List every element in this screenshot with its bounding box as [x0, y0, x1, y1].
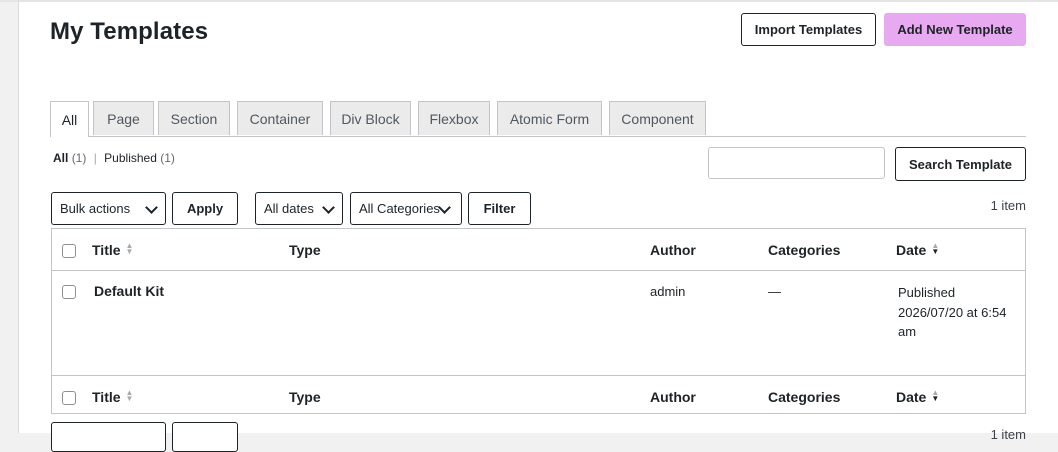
apply-button[interactable]: Apply: [172, 192, 238, 225]
dates-filter-select[interactable]: All dates: [255, 192, 343, 225]
view-published-count: (1): [160, 151, 175, 165]
page-title: My Templates: [50, 18, 209, 45]
column-categories-footer: Categories: [768, 389, 841, 405]
bulk-actions-select[interactable]: Bulk actions: [51, 192, 166, 225]
bulk-actions-value: Bulk actions: [60, 201, 131, 216]
import-templates-button[interactable]: Import Templates: [741, 13, 876, 46]
apply-button-bottom[interactable]: [172, 422, 238, 452]
sort-desc-icon: ▲ ▼: [931, 388, 940, 403]
view-all-count: (1): [71, 151, 87, 165]
categories-filter-value: All Categories: [359, 201, 440, 216]
column-date-footer[interactable]: Date ▲ ▼: [896, 388, 940, 406]
template-title-link[interactable]: Default Kit: [94, 283, 164, 299]
tab-atomic-form[interactable]: Atomic Form: [497, 101, 602, 135]
table-footer: Title ▲ ▼ Type Author Categories Date ▲ ▼: [52, 375, 1025, 417]
tab-all[interactable]: All: [50, 101, 89, 137]
row-checkbox[interactable]: [62, 285, 76, 299]
tab-container[interactable]: Container: [237, 101, 323, 135]
row-date: Published 2026/07/20 at 6:54 am: [898, 283, 1020, 342]
tab-component[interactable]: Component: [609, 101, 706, 135]
table-row: Default Kit admin — Published 2026/07/20…: [52, 271, 1025, 375]
template-type-tabs: All Page Section Container Div Block Fle…: [50, 101, 1026, 137]
row-date-status: Published: [898, 285, 956, 300]
column-title-footer[interactable]: Title ▲ ▼: [92, 388, 134, 406]
column-date[interactable]: Date ▲ ▼: [896, 241, 940, 259]
column-title-label: Title: [92, 242, 121, 258]
view-published-link[interactable]: Published: [104, 151, 157, 165]
table-header: Title ▲ ▼ Type Author Categories Date ▲ ▼: [52, 229, 1025, 271]
bulk-actions-select-bottom[interactable]: [51, 422, 166, 452]
templates-table: Title ▲ ▼ Type Author Categories Date ▲ ▼ De…: [51, 228, 1026, 414]
view-all-link[interactable]: All: [53, 151, 68, 165]
chevron-down-icon: [322, 201, 335, 214]
search-input[interactable]: [708, 147, 885, 179]
sort-icon: ▲ ▼: [125, 241, 134, 256]
column-title[interactable]: Title ▲ ▼: [92, 241, 134, 259]
column-title-label: Title: [92, 389, 121, 405]
row-date-value: 2026/07/20 at 6:54 am: [898, 304, 1007, 340]
add-new-template-button[interactable]: Add New Template: [884, 13, 1026, 46]
column-type-footer: Type: [289, 389, 321, 405]
categories-filter-select[interactable]: All Categories: [350, 192, 462, 225]
tab-div-block[interactable]: Div Block: [330, 101, 411, 135]
sort-icon: ▲ ▼: [125, 388, 134, 403]
column-author: Author: [650, 242, 696, 258]
column-date-label: Date: [896, 242, 927, 258]
row-author: admin: [650, 284, 686, 299]
tab-section[interactable]: Section: [158, 101, 230, 135]
tab-page[interactable]: Page: [93, 101, 154, 135]
column-author-footer: Author: [650, 389, 696, 405]
column-date-label: Date: [896, 389, 927, 405]
item-count: 1 item: [990, 198, 1026, 213]
sort-desc-icon: ▲ ▼: [931, 241, 940, 256]
filter-button[interactable]: Filter: [468, 192, 531, 225]
chevron-down-icon: [438, 201, 451, 214]
view-separator: |: [93, 151, 97, 165]
dates-filter-value: All dates: [264, 201, 314, 216]
select-all-checkbox[interactable]: [62, 244, 76, 258]
chevron-down-icon: [145, 201, 158, 214]
search-template-button[interactable]: Search Template: [895, 147, 1026, 181]
row-categories: —: [768, 284, 781, 299]
column-categories: Categories: [768, 242, 841, 258]
main-content: My Templates Import Templates Add New Te…: [19, 2, 1058, 452]
column-type: Type: [289, 242, 321, 258]
item-count-bottom: 1 item: [990, 427, 1026, 442]
select-all-checkbox-footer[interactable]: [62, 391, 76, 405]
tab-flexbox[interactable]: Flexbox: [418, 101, 490, 135]
status-views: All (1) | Published (1): [53, 151, 175, 165]
